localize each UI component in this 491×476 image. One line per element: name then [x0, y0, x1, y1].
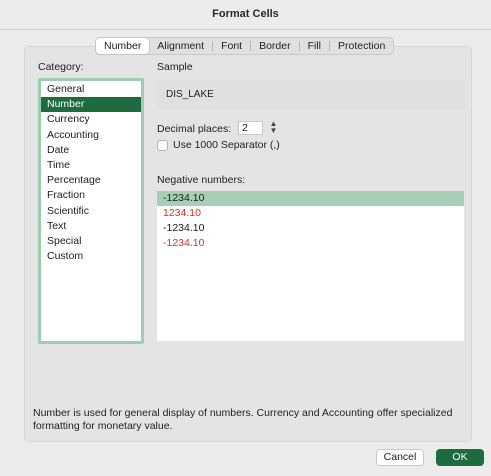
category-item-accounting[interactable]: Accounting: [41, 128, 141, 143]
cancel-button[interactable]: Cancel: [376, 449, 424, 466]
decimal-places-label: Decimal places:: [157, 123, 232, 135]
tab-font[interactable]: Font: [213, 38, 250, 54]
category-item-general[interactable]: General: [41, 82, 141, 97]
negative-numbers-list[interactable]: -1234.10 1234.10 -1234.10 -1234.10: [157, 191, 464, 341]
category-item-currency[interactable]: Currency: [41, 112, 141, 127]
separator-checkbox[interactable]: [157, 139, 168, 151]
tab-number[interactable]: Number: [96, 38, 150, 54]
tab-alignment[interactable]: Alignment: [149, 38, 212, 54]
negative-option[interactable]: -1234.10: [157, 191, 464, 206]
decimal-places-stepper[interactable]: ▲ ▼: [268, 120, 279, 136]
category-item-fraction[interactable]: Fraction: [41, 188, 141, 203]
negative-option[interactable]: -1234.10: [157, 236, 464, 251]
category-item-date[interactable]: Date: [41, 143, 141, 158]
category-item-scientific[interactable]: Scientific: [41, 204, 141, 219]
decimal-places-input[interactable]: 2: [238, 121, 263, 135]
category-description: Number is used for general display of nu…: [33, 407, 453, 432]
format-cells-dialog: Format Cells Number Alignment Font Borde…: [0, 0, 491, 476]
category-list[interactable]: General Number Currency Accounting Date …: [38, 78, 144, 344]
dialog-title: Format Cells: [0, 0, 491, 30]
stepper-down-icon[interactable]: ▼: [268, 127, 279, 135]
tab-fill[interactable]: Fill: [300, 38, 329, 54]
category-item-special[interactable]: Special: [41, 234, 141, 249]
separator-label: Use 1000 Separator (,): [173, 139, 280, 151]
sample-label: Sample: [157, 61, 193, 73]
sample-preview: DIS_LAKE: [156, 80, 465, 110]
category-item-custom[interactable]: Custom: [41, 249, 141, 264]
category-item-time[interactable]: Time: [41, 158, 141, 173]
category-item-number[interactable]: Number: [41, 97, 141, 113]
negative-numbers-label: Negative numbers:: [157, 174, 246, 186]
negative-option[interactable]: 1234.10: [157, 206, 464, 221]
negative-option[interactable]: -1234.10: [157, 221, 464, 236]
ok-button[interactable]: OK: [436, 449, 484, 466]
tab-bar: Number Alignment Font Border Fill Protec…: [95, 37, 395, 55]
category-item-percentage[interactable]: Percentage: [41, 173, 141, 188]
separator-row[interactable]: Use 1000 Separator (,): [157, 139, 280, 151]
tab-protection[interactable]: Protection: [330, 38, 393, 54]
category-item-text[interactable]: Text: [41, 219, 141, 234]
tab-border[interactable]: Border: [251, 38, 299, 54]
category-label: Category:: [38, 61, 84, 73]
